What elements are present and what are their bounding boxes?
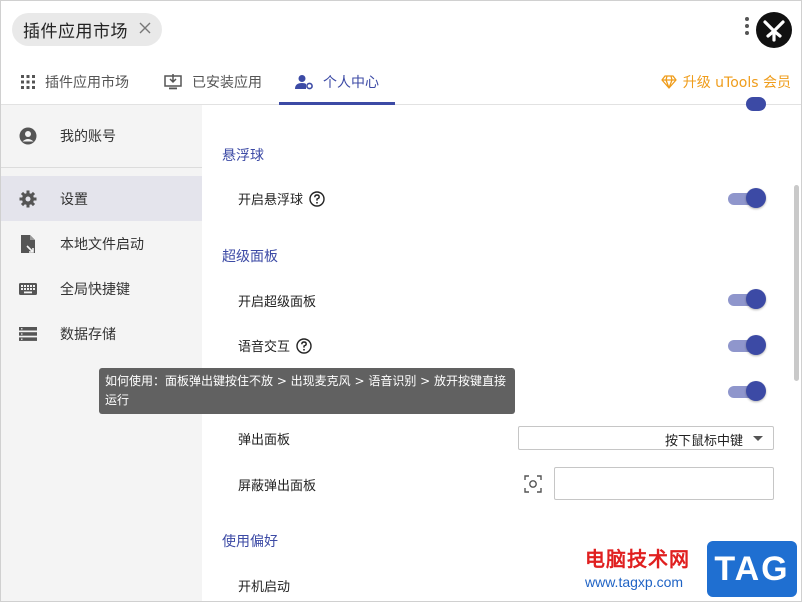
app-window: 插件应用市场 插件应用市场 已安装应用 个人中心 升级 uTools 会员 我的… bbox=[0, 0, 802, 602]
watermark-url: www.tagxp.com bbox=[585, 574, 684, 590]
search-chip-text: 插件应用市场 bbox=[23, 22, 128, 42]
grid-icon bbox=[21, 75, 35, 89]
section-title-float-ball: 悬浮球 bbox=[222, 148, 264, 164]
super-panel-toggle[interactable] bbox=[728, 288, 766, 310]
block-popup-label: 屏蔽弹出面板 bbox=[238, 479, 317, 494]
popup-panel-label: 弹出面板 bbox=[238, 433, 291, 448]
settings-panel: 悬浮球 开启悬浮球 超级面板 开启超级面板 语音交互 弹出面板 按下鼠标中键 屏… bbox=[202, 97, 801, 601]
toggle-knob-partial[interactable] bbox=[746, 97, 766, 111]
tab-installed[interactable]: 已安装应用 bbox=[164, 59, 262, 105]
dropdown-arrow-icon bbox=[753, 436, 763, 441]
sidebar-item-label: 本地文件启动 bbox=[60, 236, 144, 253]
gear-icon bbox=[19, 190, 37, 208]
voice-help-tooltip: 如何使用：面板弹出键按住不放 > 出现麦克风 > 语音识别 > 放开按键直接 运… bbox=[99, 368, 515, 414]
voice-interaction-label-text: 语音交互 bbox=[238, 340, 291, 355]
user-icon bbox=[19, 127, 37, 145]
diamond-icon bbox=[661, 75, 677, 89]
more-vertical-icon[interactable] bbox=[743, 17, 751, 41]
popup-panel-select-value: 按下鼠标中键 bbox=[664, 434, 743, 449]
float-ball-label-text: 开启悬浮球 bbox=[238, 193, 304, 208]
block-popup-input[interactable] bbox=[554, 467, 774, 500]
hidden-option-toggle[interactable] bbox=[728, 380, 766, 402]
tab-personal-center[interactable]: 个人中心 bbox=[295, 59, 379, 105]
tooltip-line-2: 运行 bbox=[105, 393, 130, 407]
super-panel-label: 开启超级面板 bbox=[238, 295, 317, 310]
keyboard-icon bbox=[19, 280, 37, 298]
utools-logo-icon[interactable] bbox=[756, 12, 792, 48]
file-launch-icon bbox=[19, 234, 37, 253]
sidebar-item-settings[interactable]: 设置 bbox=[1, 176, 202, 221]
sidebar-item-label: 我的账号 bbox=[60, 128, 116, 145]
storage-icon bbox=[19, 325, 37, 343]
download-monitor-icon bbox=[164, 74, 182, 90]
voice-interaction-label: 语音交互 bbox=[238, 336, 312, 355]
sidebar-item-label: 设置 bbox=[60, 191, 88, 208]
sidebar: 我的账号 设置 本地文件启动 全局快捷键 数据存储 bbox=[1, 105, 202, 601]
search-chip[interactable]: 插件应用市场 bbox=[12, 13, 162, 46]
top-bar: 插件应用市场 bbox=[1, 1, 801, 59]
watermark-text: 电脑技术网 bbox=[585, 547, 690, 571]
close-icon[interactable] bbox=[137, 20, 153, 36]
popup-panel-select[interactable]: 按下鼠标中键 bbox=[518, 426, 774, 450]
help-icon[interactable] bbox=[309, 190, 325, 207]
sidebar-item-label: 全局快捷键 bbox=[60, 281, 130, 298]
upgrade-link[interactable]: 升级 uTools 会员 bbox=[661, 59, 791, 105]
sidebar-item-local-file-launch[interactable]: 本地文件启动 bbox=[1, 221, 202, 266]
autostart-label: 开机启动 bbox=[238, 580, 291, 595]
tooltip-line-1: 如何使用：面板弹出键按住不放 > 出现麦克风 > 语音识别 > 放开按键直接 bbox=[105, 374, 507, 388]
tab-bar: 插件应用市场 已安装应用 个人中心 升级 uTools 会员 bbox=[1, 59, 801, 105]
sidebar-item-global-shortcuts[interactable]: 全局快捷键 bbox=[1, 266, 202, 311]
tab-label: 已安装应用 bbox=[192, 75, 262, 91]
upgrade-label: 升级 uTools 会员 bbox=[682, 75, 791, 91]
float-ball-label: 开启悬浮球 bbox=[238, 189, 325, 208]
float-ball-toggle[interactable] bbox=[728, 187, 766, 209]
sidebar-item-account[interactable]: 我的账号 bbox=[1, 113, 202, 158]
section-title-preferences: 使用偏好 bbox=[222, 534, 278, 550]
sidebar-divider bbox=[1, 167, 202, 168]
tab-plugin-market[interactable]: 插件应用市场 bbox=[21, 59, 129, 105]
sidebar-item-label: 数据存储 bbox=[60, 326, 116, 343]
capture-target-icon[interactable] bbox=[524, 475, 542, 493]
sidebar-item-data-storage[interactable]: 数据存储 bbox=[1, 311, 202, 356]
voice-interaction-toggle[interactable] bbox=[728, 334, 766, 356]
section-title-super-panel: 超级面板 bbox=[222, 249, 278, 265]
scrollbar-thumb[interactable] bbox=[794, 185, 799, 381]
user-settings-icon bbox=[295, 75, 313, 90]
tab-label: 插件应用市场 bbox=[45, 75, 129, 91]
help-icon[interactable] bbox=[296, 337, 312, 354]
watermark-badge: TAG bbox=[707, 541, 797, 597]
tab-label: 个人中心 bbox=[323, 75, 379, 91]
